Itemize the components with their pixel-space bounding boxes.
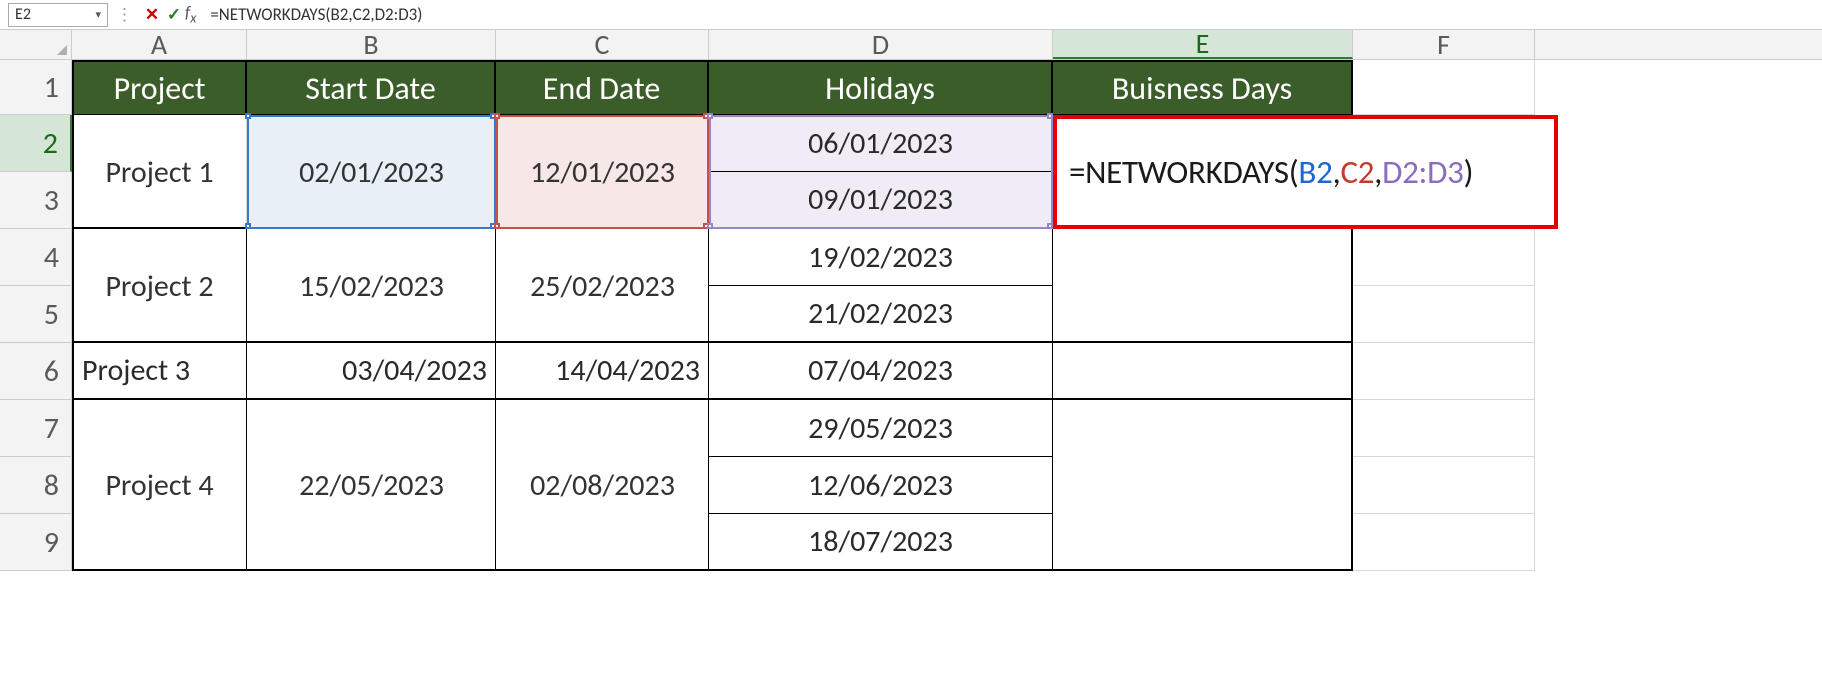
- row-header-1[interactable]: 1: [0, 60, 72, 115]
- cell-A9[interactable]: [72, 514, 247, 571]
- cell-E9[interactable]: [1053, 514, 1353, 571]
- cell-C8[interactable]: [496, 457, 709, 514]
- col-header-E[interactable]: E: [1053, 30, 1353, 59]
- col-header-F[interactable]: F: [1353, 30, 1535, 59]
- enter-icon[interactable]: ✓: [163, 4, 185, 25]
- cell-F6[interactable]: [1353, 343, 1535, 400]
- range-handle: [245, 223, 251, 229]
- name-box[interactable]: E2 ▾: [8, 3, 108, 27]
- cell-B5[interactable]: [247, 286, 496, 343]
- header-project[interactable]: Project: [72, 60, 247, 115]
- cell-C6[interactable]: 14/04/2023: [496, 343, 709, 400]
- header-holidays[interactable]: Holidays: [709, 60, 1053, 115]
- range-handle: [494, 223, 500, 229]
- header-business[interactable]: Buisness Days: [1053, 60, 1353, 115]
- cell-D5[interactable]: 21/02/2023: [709, 286, 1053, 343]
- cell-A8[interactable]: [72, 457, 247, 514]
- cell-B2[interactable]: [247, 115, 496, 172]
- cell-F1[interactable]: [1353, 60, 1535, 115]
- col-header-B[interactable]: B: [247, 30, 496, 59]
- cell-D9[interactable]: 18/07/2023: [709, 514, 1053, 571]
- fx-icon[interactable]: fx: [185, 2, 196, 26]
- formula-bar: E2 ▾ ⋮ ✕ ✓ fx =NETWORKDAYS(B2,C2,D2:D3): [0, 0, 1822, 30]
- cell-D7[interactable]: 29/05/2023: [709, 400, 1053, 457]
- cell-D2[interactable]: 06/01/2023: [709, 115, 1053, 172]
- row-4: 4 19/02/2023: [0, 229, 1822, 286]
- cell-F9[interactable]: [1353, 514, 1535, 571]
- formula-input[interactable]: =NETWORKDAYS(B2,C2,D2:D3): [206, 3, 1822, 27]
- select-all-corner[interactable]: [0, 30, 72, 59]
- col-header-D[interactable]: D: [709, 30, 1053, 59]
- cell-B3[interactable]: [247, 172, 496, 229]
- row-7: 7 29/05/2023: [0, 400, 1822, 457]
- range-handle: [494, 113, 500, 119]
- cell-C4[interactable]: [496, 229, 709, 286]
- cell-C5[interactable]: [496, 286, 709, 343]
- formula-suffix: ): [1464, 152, 1474, 192]
- cell-B7[interactable]: [247, 400, 496, 457]
- cell-E7[interactable]: [1053, 400, 1353, 457]
- row-1: 1 Project Start Date End Date Holidays B…: [0, 60, 1822, 115]
- cell-C2[interactable]: [496, 115, 709, 172]
- formula-text: =NETWORKDAYS(B2,C2,D2:D3): [210, 4, 422, 25]
- row-header-3[interactable]: 3: [0, 172, 72, 229]
- chevron-down-icon[interactable]: ▾: [95, 8, 101, 21]
- cell-B9[interactable]: [247, 514, 496, 571]
- range-handle: [707, 113, 713, 119]
- cell-D8[interactable]: 12/06/2023: [709, 457, 1053, 514]
- range-handle: [707, 223, 713, 229]
- cell-A4[interactable]: [72, 229, 247, 286]
- row-header-7[interactable]: 7: [0, 400, 72, 457]
- row-header-6[interactable]: 6: [0, 343, 72, 400]
- cell-B4[interactable]: [247, 229, 496, 286]
- cell-F4[interactable]: [1353, 229, 1535, 286]
- col-header-C[interactable]: C: [496, 30, 709, 59]
- cell-F7[interactable]: [1353, 400, 1535, 457]
- formula-sep: ,: [1374, 152, 1382, 192]
- cell-B6[interactable]: 03/04/2023: [247, 343, 496, 400]
- cancel-icon[interactable]: ✕: [141, 4, 163, 25]
- formula-ref-C2: C2: [1340, 152, 1374, 192]
- header-end[interactable]: End Date: [496, 60, 709, 115]
- cell-A6[interactable]: Project 3: [72, 343, 247, 400]
- range-handle: [245, 113, 251, 119]
- formula-ref-D2D3: D2:D3: [1382, 152, 1463, 192]
- cell-C7[interactable]: [496, 400, 709, 457]
- row-9: 9 18/07/2023: [0, 514, 1822, 571]
- cell-D3[interactable]: 09/01/2023: [709, 172, 1053, 229]
- cell-F5[interactable]: [1353, 286, 1535, 343]
- cell-F8[interactable]: [1353, 457, 1535, 514]
- cell-E8[interactable]: [1053, 457, 1353, 514]
- row-header-2[interactable]: 2: [0, 115, 72, 172]
- cell-A3[interactable]: [72, 172, 247, 229]
- cell-E4[interactable]: [1053, 229, 1353, 286]
- active-formula-cell[interactable]: =NETWORKDAYS(B2,C2,D2:D3): [1053, 115, 1558, 229]
- row-6: 6 Project 3 03/04/2023 14/04/2023 07/04/…: [0, 343, 1822, 400]
- spreadsheet-grid: A B C D E F 1 Project Start Date End Dat…: [0, 30, 1822, 571]
- row-header-4[interactable]: 4: [0, 229, 72, 286]
- cell-C3[interactable]: [496, 172, 709, 229]
- row-header-5[interactable]: 5: [0, 286, 72, 343]
- cell-A5[interactable]: [72, 286, 247, 343]
- row-8: 8 12/06/2023: [0, 457, 1822, 514]
- col-header-A[interactable]: A: [72, 30, 247, 59]
- cell-E5[interactable]: [1053, 286, 1353, 343]
- cell-A2[interactable]: [72, 115, 247, 172]
- cell-D4[interactable]: 19/02/2023: [709, 229, 1053, 286]
- row-header-9[interactable]: 9: [0, 514, 72, 571]
- separator: ⋮: [116, 4, 133, 25]
- row-header-8[interactable]: 8: [0, 457, 72, 514]
- formula-sep: ,: [1333, 152, 1341, 192]
- cell-A7[interactable]: [72, 400, 247, 457]
- cell-B8[interactable]: [247, 457, 496, 514]
- cell-E6[interactable]: [1053, 343, 1353, 400]
- formula-token: =NETWORKDAYS(: [1069, 152, 1298, 192]
- formula-ref-B2: B2: [1298, 152, 1332, 192]
- row-5: 5 21/02/2023: [0, 286, 1822, 343]
- column-headers: A B C D E F: [0, 30, 1822, 60]
- cell-D6[interactable]: 07/04/2023: [709, 343, 1053, 400]
- cell-C9[interactable]: [496, 514, 709, 571]
- header-start[interactable]: Start Date: [247, 60, 496, 115]
- name-box-value: E2: [15, 5, 31, 24]
